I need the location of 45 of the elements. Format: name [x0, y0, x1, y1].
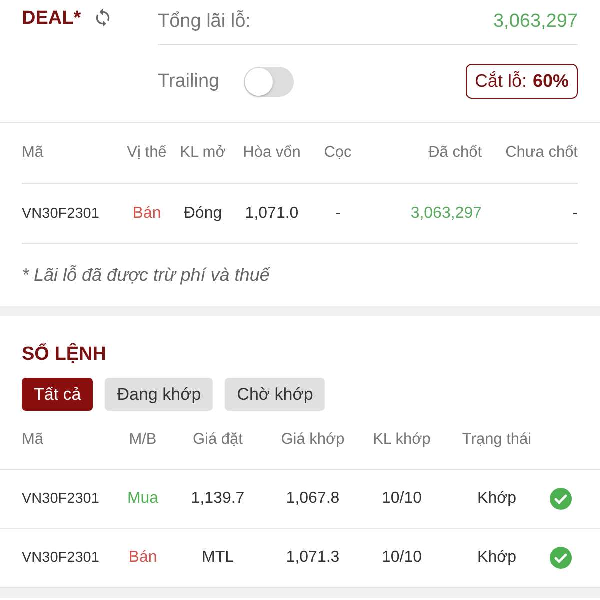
stop-loss-value: 60% — [532, 71, 569, 92]
table-cell-text: 1,071.3 — [285, 549, 341, 567]
table-cell-text: VN30F2301 — [21, 491, 100, 507]
table-cell-text: 3,063,297 — [410, 204, 482, 222]
column-header: Giá khớp — [280, 431, 346, 449]
table-cell-text: Bán — [128, 549, 158, 567]
column-header: KL mở — [179, 144, 227, 162]
column-header: Mã — [21, 431, 45, 449]
stop-loss-badge[interactable]: Cắt lỗ: 60% — [466, 64, 578, 99]
table-cell-text: Bán — [132, 204, 162, 222]
table-cell-text: 1,139.7 — [190, 490, 246, 508]
order-book-title: SỔ LỆNH — [21, 342, 108, 367]
table-cell-text: Mua — [126, 490, 160, 508]
stop-loss-label: Cắt lỗ: — [474, 71, 527, 92]
table-cell-text: 10/10 — [380, 549, 424, 567]
column-header: Hòa vốn — [242, 144, 302, 162]
trailing-toggle[interactable] — [244, 66, 294, 96]
table-cell-text: - — [334, 204, 342, 222]
column-header: KL khớp — [372, 431, 432, 449]
column-header: Giá đặt — [192, 431, 244, 449]
filter-tab[interactable]: Đang khớp — [105, 378, 214, 411]
column-header: Trạng thái — [461, 431, 533, 449]
column-header: M/B — [128, 431, 158, 449]
column-header: Mã — [22, 144, 45, 162]
deal-title: DEAL* — [22, 8, 82, 30]
column-header: Cọc — [323, 144, 353, 162]
table-cell-text: VN30F2301 — [21, 550, 100, 566]
pnl-label: Tổng lãi lỗ: — [158, 11, 251, 33]
table-cell-text: Khớp — [476, 490, 518, 508]
column-header: Vị thế — [126, 144, 168, 162]
table-cell-text: 1,071.0 — [244, 204, 300, 222]
table-cell-text: 1,067.8 — [285, 490, 341, 508]
pnl-value: 3,063,297 — [493, 11, 578, 33]
table-cell-text: Khớp — [476, 549, 518, 567]
trailing-label: Trailing — [158, 70, 220, 92]
table-cell-text: Đóng — [182, 204, 224, 222]
table-cell-text: VN30F2301 — [22, 206, 100, 222]
table-cell-text: 10/10 — [380, 490, 424, 508]
filter-tab[interactable]: Tất cả — [22, 378, 94, 411]
filter-tab[interactable]: Chờ khớp — [225, 378, 326, 411]
column-header: Chưa chốt — [504, 144, 578, 162]
table-cell-text: - — [572, 204, 578, 222]
table-cell-text: MTL — [201, 549, 235, 567]
column-header: Đã chốt — [428, 144, 482, 162]
fee-note: * Lãi lỗ đã được trừ phí và thuế — [22, 264, 272, 287]
